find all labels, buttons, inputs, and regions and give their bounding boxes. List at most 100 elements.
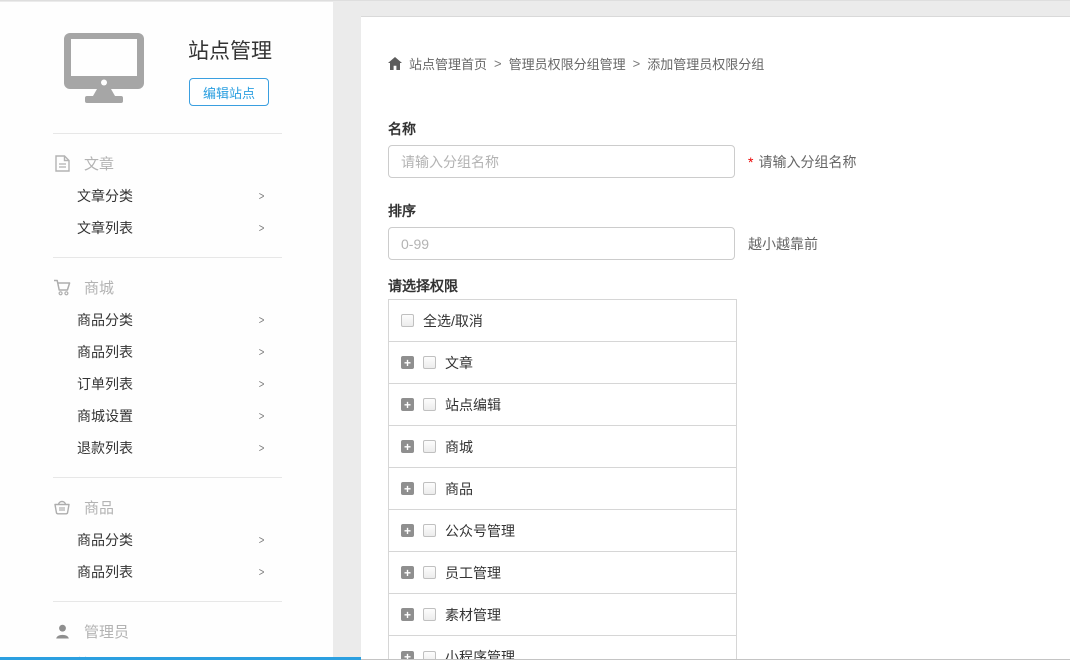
section-label: 商城	[84, 277, 114, 298]
permission-label: 商城	[445, 437, 473, 457]
breadcrumb-item-home[interactable]: 站点管理首页	[409, 54, 487, 73]
section-title-mall: 商城	[53, 270, 333, 304]
chevron-right-icon: >	[259, 565, 265, 579]
required-asterisk: *	[748, 154, 753, 170]
permission-row: 文章	[389, 342, 736, 384]
breadcrumb-item-add-group: 添加管理员权限分组	[647, 54, 764, 73]
chevron-right-icon: >	[259, 409, 265, 423]
expand-plus-icon[interactable]	[401, 356, 414, 369]
main-content: 站点管理首页 > 管理员权限分组管理 > 添加管理员权限分组 名称 * 请输入分…	[361, 16, 1070, 660]
permission-row: 商品	[389, 468, 736, 510]
breadcrumb: 站点管理首页 > 管理员权限分组管理 > 添加管理员权限分组	[388, 54, 1070, 73]
permission-checkbox[interactable]	[423, 440, 436, 453]
permission-label: 公众号管理	[445, 521, 515, 541]
permission-label: 站点编辑	[445, 395, 501, 415]
menu-item-label: 文章分类	[77, 186, 133, 206]
sidebar-item-article-list[interactable]: 文章列表 >	[77, 212, 265, 244]
expand-plus-icon[interactable]	[401, 566, 414, 579]
breadcrumb-separator: >	[633, 56, 641, 71]
site-title: 站点管理	[188, 35, 272, 65]
chevron-right-icon: >	[259, 221, 265, 235]
permission-checkbox[interactable]	[423, 398, 436, 411]
permission-checkbox[interactable]	[423, 566, 436, 579]
permission-row-select-all: 全选/取消	[389, 300, 736, 342]
permission-label: 商品	[445, 479, 473, 499]
menu-item-label: 订单列表	[77, 374, 133, 394]
section-title-goods: 商品	[53, 490, 333, 524]
menu-item-label: 商品分类	[77, 310, 133, 330]
section-title-admin: 管理员	[53, 614, 333, 648]
home-icon	[388, 57, 402, 70]
permission-row: 公众号管理	[389, 510, 736, 552]
section-title-article: 文章	[53, 146, 333, 180]
permission-checkbox[interactable]	[423, 482, 436, 495]
permissions-table: 全选/取消 文章 站点编辑 商城 商品 公众号管理	[388, 299, 737, 660]
chevron-right-icon: >	[259, 533, 265, 547]
expand-plus-icon[interactable]	[401, 608, 414, 621]
permission-label: 素材管理	[445, 605, 501, 625]
permission-checkbox[interactable]	[423, 608, 436, 621]
sidebar-item-goods-category[interactable]: 商品分类 >	[77, 524, 265, 556]
sidebar-section-admin: 管理员 管理员分组 >	[0, 602, 333, 657]
edit-site-button[interactable]: 编辑站点	[189, 78, 269, 106]
sidebar-item-mall-settings[interactable]: 商城设置 >	[77, 400, 265, 432]
required-note-text: 请输入分组名称	[758, 152, 856, 172]
name-required-note: * 请输入分组名称	[748, 152, 856, 172]
expand-plus-icon[interactable]	[401, 440, 414, 453]
permission-label: 全选/取消	[423, 311, 483, 331]
permission-row: 素材管理	[389, 594, 736, 636]
menu-item-label: 商品列表	[77, 342, 133, 362]
section-label: 管理员	[84, 621, 129, 642]
sort-hint: 越小越靠前	[748, 234, 818, 254]
breadcrumb-separator: >	[494, 56, 502, 71]
sidebar-section-goods: 商品 商品分类 > 商品列表 >	[0, 478, 333, 601]
sidebar-item-mall-goods-list[interactable]: 商品列表 >	[77, 336, 265, 368]
section-label: 文章	[84, 153, 114, 174]
sidebar-header: 站点管理 编辑站点	[0, 2, 333, 133]
sidebar: 站点管理 编辑站点 文章 文章分类 > 文章列表 >	[0, 2, 333, 657]
permission-row: 站点编辑	[389, 384, 736, 426]
sidebar-item-article-category[interactable]: 文章分类 >	[77, 180, 265, 212]
menu-item-label: 商品分类	[77, 530, 133, 550]
permissions-label: 请选择权限	[388, 276, 1070, 293]
menu-item-label: 商城设置	[77, 406, 133, 426]
mall-icon	[53, 279, 71, 296]
sidebar-item-order-list[interactable]: 订单列表 >	[77, 368, 265, 400]
menu-item-label: 商品列表	[77, 562, 133, 582]
select-all-checkbox[interactable]	[401, 314, 414, 327]
menu-item-label: 文章列表	[77, 218, 133, 238]
sidebar-item-refund-list[interactable]: 退款列表 >	[77, 432, 265, 464]
group-name-input[interactable]	[388, 145, 735, 178]
sidebar-section-article: 文章 文章分类 > 文章列表 >	[0, 134, 333, 257]
permission-checkbox[interactable]	[423, 356, 436, 369]
name-field-label: 名称	[388, 119, 1070, 136]
expand-plus-icon[interactable]	[401, 524, 414, 537]
sidebar-item-mall-goods-category[interactable]: 商品分类 >	[77, 304, 265, 336]
chevron-right-icon: >	[259, 345, 265, 359]
permission-row: 小程序管理	[389, 636, 736, 660]
permission-row: 商城	[389, 426, 736, 468]
section-label: 商品	[84, 497, 114, 518]
chevron-right-icon: >	[259, 189, 265, 203]
sort-field-row: 越小越靠前	[388, 227, 1070, 260]
sort-field-label: 排序	[388, 201, 1070, 218]
expand-plus-icon[interactable]	[401, 482, 414, 495]
article-icon	[53, 155, 71, 172]
chevron-right-icon: >	[259, 313, 265, 327]
expand-plus-icon[interactable]	[401, 398, 414, 411]
permission-label: 员工管理	[445, 563, 501, 583]
sidebar-item-goods-list[interactable]: 商品列表 >	[77, 556, 265, 588]
admin-user-icon	[53, 624, 71, 639]
sidebar-section-mall: 商城 商品分类 > 商品列表 > 订单列表 > 商城设置 > 退款列表 >	[0, 258, 333, 477]
menu-item-label: 退款列表	[77, 438, 133, 458]
breadcrumb-item-group-manage[interactable]: 管理员权限分组管理	[509, 54, 626, 73]
chevron-right-icon: >	[259, 377, 265, 391]
name-field-row: * 请输入分组名称	[388, 145, 1070, 178]
sort-order-input[interactable]	[388, 227, 735, 260]
sidebar-item-admin-group[interactable]: 管理员分组 >	[77, 648, 265, 657]
permission-label: 文章	[445, 353, 473, 373]
permission-checkbox[interactable]	[423, 524, 436, 537]
chevron-right-icon: >	[259, 441, 265, 455]
goods-icon	[53, 499, 71, 515]
monitor-icon	[64, 33, 144, 108]
